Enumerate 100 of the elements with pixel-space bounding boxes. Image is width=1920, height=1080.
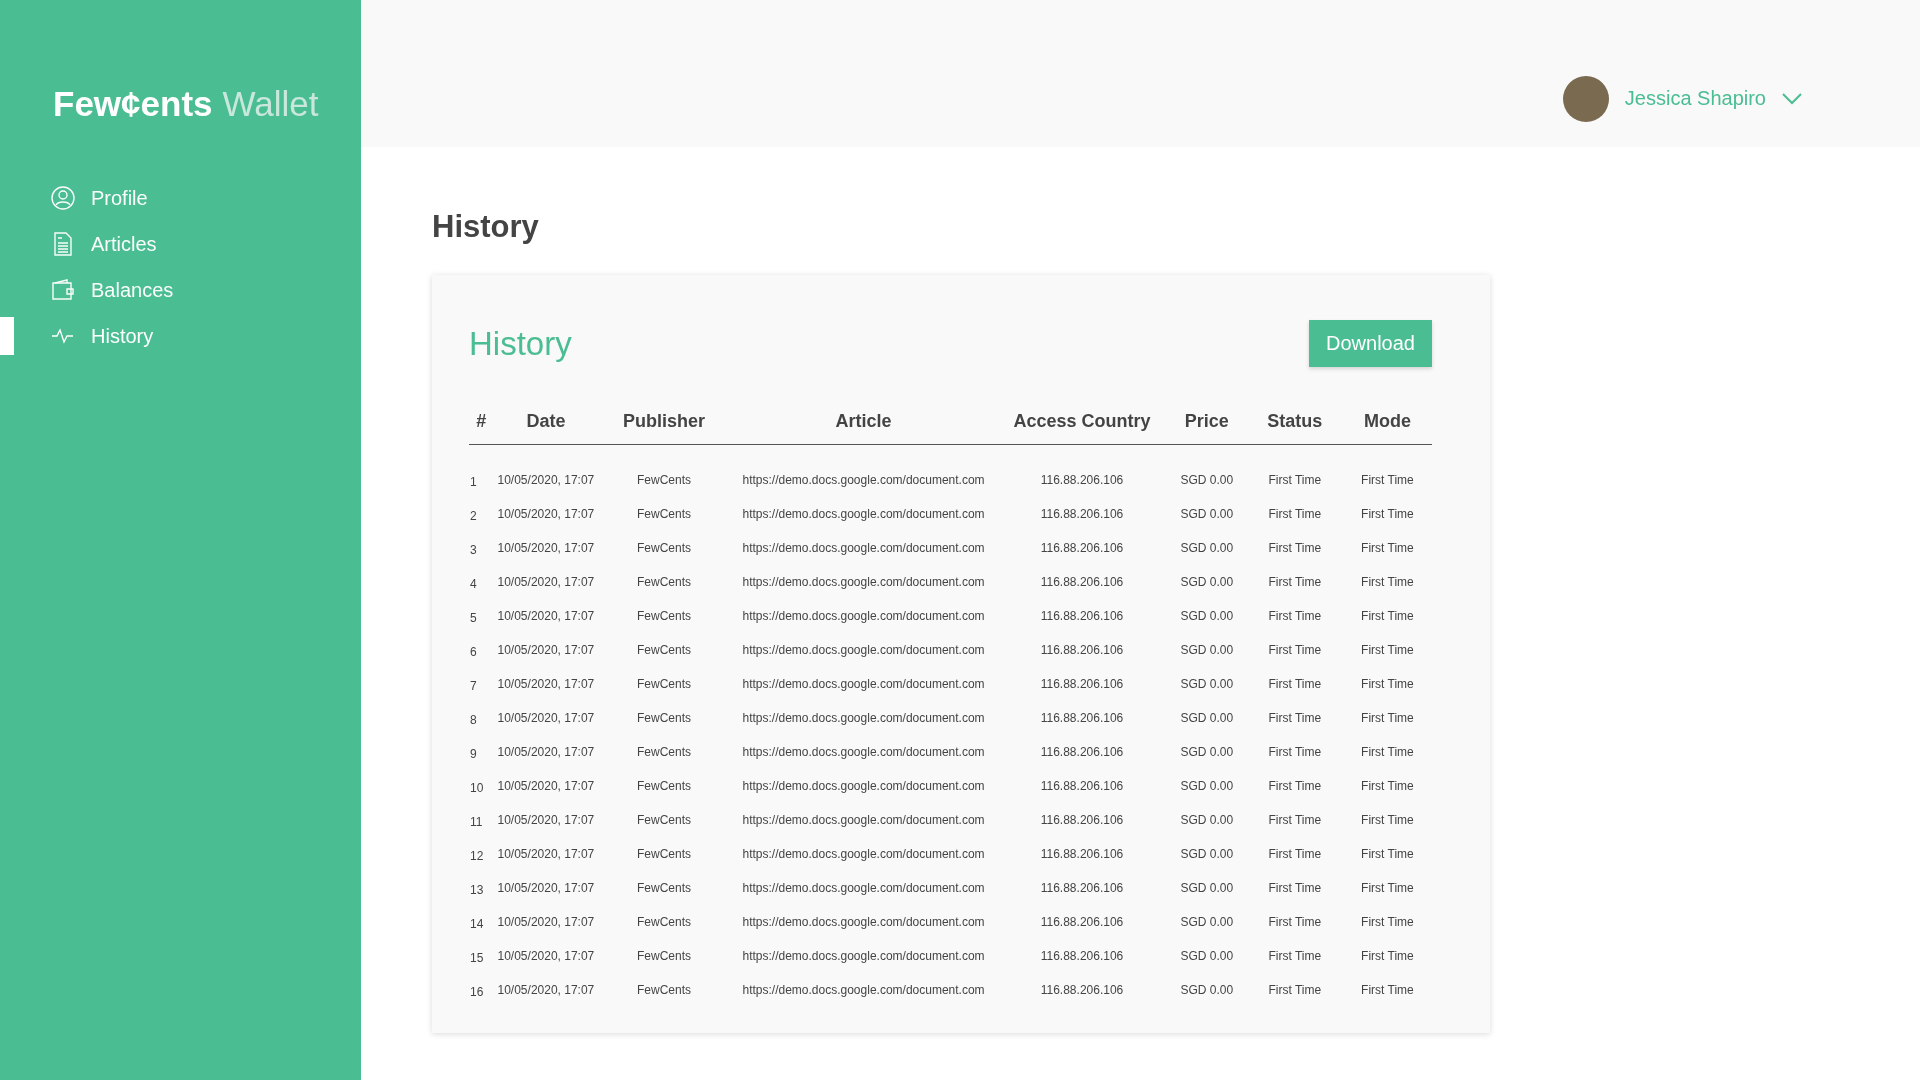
table-cell-text: First Time <box>1360 744 1415 761</box>
table-cell-text: 116.88.206.106 <box>1039 642 1125 659</box>
column-header: Price <box>1166 411 1247 445</box>
sidebar-item[interactable]: History <box>51 324 154 348</box>
column-header: Access Country <box>997 411 1167 445</box>
table-cell-text: https://demo.docs.google.com/document.com <box>741 880 986 897</box>
column-header: Mode <box>1342 411 1432 445</box>
table-cell-text: 116.88.206.106 <box>1039 472 1125 489</box>
table-cell-text: 10/05/2020, 17:07 <box>496 982 596 999</box>
table-cell-text: SGD 0.00 <box>1179 506 1235 523</box>
table-cell-text: 11 <box>469 814 484 831</box>
table-cell-text: 14 <box>469 916 485 933</box>
table-cell-text: FewCents <box>636 778 693 795</box>
sidebar-item[interactable]: Profile <box>51 186 148 210</box>
sidebar-item[interactable]: Articles <box>51 232 157 256</box>
table-cell-text: 13 <box>469 882 485 899</box>
column-header: Publisher <box>598 411 730 445</box>
table-cell-text: SGD 0.00 <box>1179 710 1235 727</box>
table-cell-text: SGD 0.00 <box>1179 744 1235 761</box>
table-cell-text: SGD 0.00 <box>1179 642 1235 659</box>
table-cell-text: FewCents <box>636 880 693 897</box>
document-icon <box>51 232 75 256</box>
table-cell-text: FewCents <box>636 710 693 727</box>
table-cell-text: First Time <box>1360 948 1415 965</box>
table-cell-text: First Time <box>1360 982 1415 999</box>
table-cell-text: 2 <box>469 508 478 525</box>
table-cell-text: First Time <box>1267 710 1323 727</box>
sidebar-item[interactable]: Balances <box>51 278 174 302</box>
table-cell-text: 116.88.206.106 <box>1039 948 1125 965</box>
table-cell-text: 6 <box>469 644 478 661</box>
table-cell-text: 9 <box>469 746 478 763</box>
table-cell-text: https://demo.docs.google.com/document.com <box>741 846 986 863</box>
table-cell-text: First Time <box>1267 744 1323 761</box>
wallet-icon <box>51 278 75 302</box>
column-header: Status <box>1246 411 1343 445</box>
user-circle-icon <box>51 186 75 210</box>
table-cell-text: FewCents <box>636 608 693 625</box>
table-cell-text: 8 <box>469 712 478 729</box>
user-menu[interactable]: Jessica Shapiro <box>1562 75 1802 122</box>
table-cell-text: https://demo.docs.google.com/document.com <box>741 778 986 795</box>
table-cell-text: 10/05/2020, 17:07 <box>496 710 596 727</box>
table-cell-text: FewCents <box>636 506 693 523</box>
table-cell-text: FewCents <box>636 676 693 693</box>
table-cell-text: 10/05/2020, 17:07 <box>496 540 596 557</box>
table-cell-text: FewCents <box>636 540 693 557</box>
table-cell-text: https://demo.docs.google.com/document.com <box>741 574 986 591</box>
table-cell-text: 116.88.206.106 <box>1039 982 1125 999</box>
table-cell-text: FewCents <box>636 642 693 659</box>
table-cell-text: FewCents <box>636 982 693 999</box>
table-cell-text: 5 <box>469 610 478 627</box>
table-cell-text: FewCents <box>636 812 693 829</box>
table-cell-text: 10/05/2020, 17:07 <box>496 778 596 795</box>
table-cell-text: 10/05/2020, 17:07 <box>496 812 596 829</box>
column-header: # <box>469 411 494 445</box>
table-cell-text: First Time <box>1360 608 1415 625</box>
table-cell-text: 10 <box>469 780 485 797</box>
table-cell-text: SGD 0.00 <box>1179 608 1235 625</box>
table-cell-text: 116.88.206.106 <box>1039 880 1125 897</box>
table-cell-text: First Time <box>1360 472 1415 489</box>
table-cell-text: https://demo.docs.google.com/document.com <box>741 812 986 829</box>
table-cell-text: First Time <box>1267 778 1323 795</box>
table-cell-text: 116.88.206.106 <box>1039 778 1125 795</box>
table-cell-text: First Time <box>1267 914 1323 931</box>
table-cell-text: 16 <box>469 984 485 1001</box>
page-title: History <box>432 209 540 245</box>
table-cell-text: https://demo.docs.google.com/document.com <box>741 608 986 625</box>
table-cell-text: https://demo.docs.google.com/document.com <box>741 710 986 727</box>
table-cell-text: FewCents <box>636 472 693 489</box>
chevron-down-icon <box>1782 92 1802 105</box>
table-cell-text: 10/05/2020, 17:07 <box>496 574 596 591</box>
table-cell-text: 12 <box>469 848 485 865</box>
table-cell-text: 116.88.206.106 <box>1039 540 1125 557</box>
table-cell-text: First Time <box>1267 472 1323 489</box>
table-cell-text: First Time <box>1267 574 1323 591</box>
table-cell-text: FewCents <box>636 744 693 761</box>
table-cell-text: 116.88.206.106 <box>1039 710 1125 727</box>
table-cell-text: 15 <box>469 950 485 967</box>
table-cell-text: First Time <box>1267 540 1323 557</box>
table-cell-text: FewCents <box>636 948 693 965</box>
table-cell-text: https://demo.docs.google.com/document.com <box>741 982 986 999</box>
table-cell-text: https://demo.docs.google.com/document.com <box>741 744 986 761</box>
table-cell-text: First Time <box>1360 846 1415 863</box>
table-cell-text: First Time <box>1360 914 1415 931</box>
table-cell-text: 10/05/2020, 17:07 <box>496 642 596 659</box>
table-cell-text: 116.88.206.106 <box>1039 506 1125 523</box>
table-cell-text: First Time <box>1360 642 1415 659</box>
table-cell-text: https://demo.docs.google.com/document.com <box>741 540 986 557</box>
table-cell-text: 10/05/2020, 17:07 <box>496 914 596 931</box>
table-cell-text: https://demo.docs.google.com/document.com <box>741 914 986 931</box>
card-title: History <box>469 324 572 363</box>
table-cell-text: FewCents <box>636 914 693 931</box>
table-cell-text: 3 <box>469 542 478 559</box>
table-cell-text: First Time <box>1360 812 1415 829</box>
table-cell-text: 116.88.206.106 <box>1039 574 1125 591</box>
table-cell-text: First Time <box>1267 676 1323 693</box>
table-cell-text: First Time <box>1360 574 1415 591</box>
table-cell-text: SGD 0.00 <box>1179 914 1235 931</box>
table-cell-text: 116.88.206.106 <box>1039 812 1125 829</box>
table-cell-text: First Time <box>1267 642 1323 659</box>
download-button[interactable]: Download <box>1309 320 1432 367</box>
